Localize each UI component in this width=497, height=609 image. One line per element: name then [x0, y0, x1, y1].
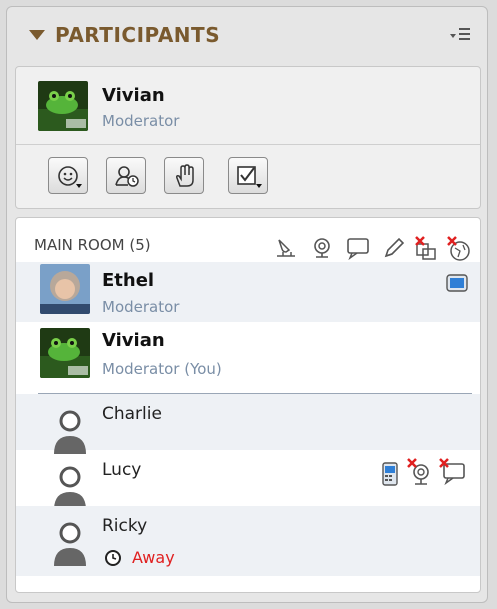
participant-role: Moderator — [102, 298, 180, 316]
chat-icon[interactable] — [346, 236, 372, 260]
participant-row[interactable]: Ethel Moderator — [16, 262, 480, 322]
participant-row[interactable]: Charlie — [16, 394, 480, 454]
person-icon — [54, 410, 86, 454]
participant-row[interactable]: Ricky Away — [16, 506, 480, 576]
hand-icon — [176, 164, 194, 187]
status-button[interactable] — [106, 157, 146, 194]
user-clock-icon — [115, 166, 139, 187]
pencil-icon[interactable] — [382, 236, 406, 260]
monitor-icon[interactable] — [446, 274, 468, 294]
participants-panel: PARTICIPANTS Vivian Moderator MAIN ROOM … — [6, 6, 488, 603]
column-icons — [274, 236, 474, 262]
chat-disabled-icon[interactable] — [438, 458, 468, 486]
emoticon-button[interactable] — [48, 157, 88, 194]
panel-menu-icon[interactable] — [449, 25, 471, 43]
panel-title: PARTICIPANTS — [55, 23, 221, 47]
avatar — [38, 81, 88, 131]
status-away-label: Away — [132, 548, 175, 567]
clock-icon — [105, 550, 121, 566]
app-share-disabled-icon[interactable] — [414, 236, 440, 262]
person-icon — [54, 466, 86, 510]
participant-name: Charlie — [102, 404, 162, 424]
my-name: Vivian — [102, 85, 165, 106]
webcam-icon[interactable] — [310, 236, 334, 260]
panel-header[interactable]: PARTICIPANTS — [7, 7, 487, 61]
my-info-card: Vivian Moderator — [15, 66, 481, 209]
divider — [16, 144, 480, 145]
participant-name: Ricky — [102, 516, 148, 536]
room-label: MAIN ROOM (5) — [34, 236, 151, 254]
participant-row[interactable]: Vivian Moderator (You) — [16, 322, 480, 390]
checkbox-icon — [237, 166, 262, 188]
webcam-disabled-icon[interactable] — [406, 458, 434, 486]
emoticon-icon — [58, 166, 82, 188]
participant-row[interactable]: Lucy — [16, 450, 480, 510]
triangle-down-icon[interactable] — [29, 30, 45, 40]
person-icon — [54, 522, 86, 566]
participant-name: Ethel — [102, 270, 155, 291]
avatar — [40, 264, 90, 314]
poll-button[interactable] — [228, 157, 268, 194]
raise-hand-button[interactable] — [164, 157, 204, 194]
my-info-row: Vivian Moderator — [16, 67, 480, 144]
avatar — [40, 328, 90, 378]
my-role: Moderator — [102, 112, 180, 130]
web-tour-disabled-icon[interactable] — [446, 236, 472, 262]
participant-name: Vivian — [102, 330, 165, 351]
presenter-icon[interactable] — [274, 236, 298, 260]
participant-name: Lucy — [102, 460, 142, 480]
participant-role: Moderator (You) — [102, 360, 222, 378]
phone-icon[interactable] — [380, 462, 400, 486]
main-room-list: MAIN ROOM (5) Ethel Moderator Vivian Mod… — [15, 217, 481, 593]
